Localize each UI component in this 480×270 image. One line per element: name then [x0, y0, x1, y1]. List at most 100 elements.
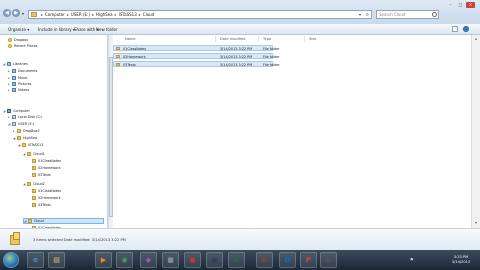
- column-header-type[interactable]: Type: [263, 37, 271, 41]
- content-scrollbar[interactable]: ▴ ▾: [471, 35, 480, 228]
- nav-item[interactable]: ◢ Libraries: [3, 61, 28, 67]
- include-in-library-button[interactable]: Include in library ▾: [38, 27, 75, 32]
- new-folder-button[interactable]: New folder: [96, 27, 118, 32]
- folder-icon: [17, 136, 21, 140]
- nav-item[interactable]: ◢ Cloud: [23, 218, 104, 224]
- breadcrumb-separator: ▸: [41, 12, 44, 17]
- file-row[interactable]: 02Homework 3/14/2013 3:22 PM File folder: [113, 53, 280, 59]
- recent-pages-dropdown[interactable]: ▾: [22, 11, 24, 16]
- nav-item-label: Cloud2: [33, 182, 45, 186]
- taskbar-app-button[interactable]: ▤: [48, 252, 65, 268]
- file-name: 02Homework: [123, 55, 146, 59]
- file-name: 03Tests: [123, 63, 136, 67]
- nav-item[interactable]: ▸ Documents: [8, 68, 37, 74]
- folder-icon: [27, 152, 31, 156]
- nav-item[interactable]: ▸ DropBox2: [13, 128, 40, 134]
- taskbar-app-button[interactable]: ▣: [206, 252, 223, 268]
- nav-item[interactable]: ◢ Cloud2: [23, 181, 45, 187]
- taskbar-app-button[interactable]: ◉: [116, 252, 133, 268]
- taskbar-app-button[interactable]: ●: [184, 252, 201, 268]
- star-icon: [8, 38, 12, 42]
- taskbar-app-button[interactable]: P: [300, 252, 317, 268]
- breadcrumb-istass13[interactable]: ISTaSS13: [119, 12, 137, 17]
- nav-item-label: Pictures: [18, 82, 32, 86]
- scroll-down-icon[interactable]: ▾: [473, 220, 479, 226]
- share-with-button[interactable]: Share with ▾: [74, 27, 99, 32]
- breadcrumb-computer[interactable]: Computer: [45, 12, 65, 17]
- breadcrumb-separator: ▸: [138, 12, 141, 17]
- nav-item-label: 01ClassNotes: [38, 159, 62, 163]
- scroll-up-icon[interactable]: ▴: [473, 36, 479, 42]
- nav-item[interactable]: Recent Places: [4, 43, 38, 49]
- column-divider[interactable]: [258, 36, 259, 42]
- file-row[interactable]: 03Tests 3/14/2013 3:22 PM File folder: [113, 61, 280, 67]
- maximize-button[interactable]: □: [456, 2, 465, 8]
- nav-item[interactable]: ▸ Videos: [8, 87, 29, 93]
- refresh-icon[interactable]: ⟳: [366, 12, 369, 17]
- clock[interactable]: 3:23 PM 3/14/2013: [445, 255, 477, 265]
- close-button[interactable]: ✕: [466, 2, 475, 8]
- file-type: File folder: [263, 63, 280, 67]
- nav-item-label: Libraries: [13, 62, 28, 66]
- column-header-name[interactable]: Name: [125, 37, 136, 41]
- folder-icon: [116, 55, 120, 58]
- tray-flag-icon[interactable]: ⚑: [410, 257, 414, 262]
- nav-item[interactable]: ◢ HighSea: [13, 135, 37, 141]
- taskbar-app-button[interactable]: A: [256, 252, 273, 268]
- taskbar-app-button[interactable]: ▦: [320, 252, 337, 268]
- folder-icon: [32, 159, 36, 163]
- breadcrumb-highsea[interactable]: HighSea: [96, 12, 113, 17]
- outlook-icon: O: [284, 256, 291, 264]
- nav-item[interactable]: ◢ USER (E:): [8, 121, 34, 127]
- taskbar-app-button[interactable]: X: [228, 252, 245, 268]
- column-divider[interactable]: [215, 36, 216, 42]
- library-icon: [7, 62, 11, 66]
- nav-item[interactable]: ◢ ISTaSS13: [18, 142, 43, 148]
- breadcrumb-drive[interactable]: USER (E:): [71, 12, 90, 17]
- folder-icon: [22, 143, 26, 147]
- address-bar[interactable]: ▸ Computer ▸ USER (E:) ▸ HighSea ▸ ISTaS…: [28, 10, 372, 19]
- file-date: 3/14/2013 3:22 PM: [220, 63, 253, 67]
- file-date: 3/14/2013 3:22 PM: [220, 55, 253, 59]
- nav-item[interactable]: 01ClassNotes: [28, 158, 61, 164]
- taskbar-app-button[interactable]: ▶: [95, 252, 112, 268]
- nav-item-label: HighSea: [23, 136, 38, 140]
- nav-item-label: 01ClassNotes: [38, 189, 62, 193]
- nav-item[interactable]: ▸ Local Disk (C:): [8, 114, 42, 120]
- change-view-icon[interactable]: [452, 26, 458, 32]
- nav-item[interactable]: 03Tests: [28, 202, 51, 208]
- taskbar-app-button[interactable]: ■: [162, 252, 179, 268]
- column-header-size[interactable]: Size: [309, 37, 316, 41]
- folder-icon: [32, 189, 36, 193]
- column-divider[interactable]: [304, 36, 305, 42]
- help-icon[interactable]: [463, 26, 469, 32]
- search-input[interactable]: Search Cloud: [376, 10, 439, 19]
- drive-icon: [12, 115, 16, 119]
- nav-item-label: Recent Places: [14, 44, 38, 48]
- minimize-button[interactable]: –: [446, 2, 455, 8]
- nav-item[interactable]: 02Homework: [28, 165, 61, 171]
- navigation-scrollbar[interactable]: [108, 35, 113, 228]
- nav-item-label: DropBox2: [23, 129, 40, 133]
- start-button[interactable]: [3, 252, 19, 268]
- nav-item[interactable]: 02Homework: [28, 195, 61, 201]
- nav-item[interactable]: ◢ Cloud1: [23, 151, 45, 157]
- breadcrumb-cloud[interactable]: Cloud: [143, 12, 154, 17]
- folder-icon: [27, 182, 31, 186]
- back-button[interactable]: ◀: [3, 9, 11, 17]
- taskbar-app-button[interactable]: O: [279, 252, 296, 268]
- search-icon[interactable]: [432, 12, 437, 17]
- taskbar-app-button[interactable]: ◆: [140, 252, 157, 268]
- forward-button[interactable]: ▶: [12, 9, 20, 17]
- nav-item[interactable]: 01ClassNotes: [28, 188, 61, 194]
- taskbar-app-button[interactable]: e: [27, 252, 44, 268]
- nav-item-label: 03Tests: [38, 173, 51, 177]
- library-icon: [12, 69, 16, 73]
- nav-item[interactable]: 03Tests: [28, 172, 51, 178]
- file-row[interactable]: 01ClassNotes 3/14/2013 3:22 PM File fold…: [113, 45, 280, 51]
- address-dropdown-icon[interactable]: ▾: [359, 12, 361, 17]
- organize-button[interactable]: Organize ▾: [8, 27, 29, 32]
- explorer-icon: ▤: [53, 256, 60, 264]
- column-header-date-modified[interactable]: Date modified: [220, 37, 245, 41]
- nav-item-label: 03Tests: [38, 203, 51, 207]
